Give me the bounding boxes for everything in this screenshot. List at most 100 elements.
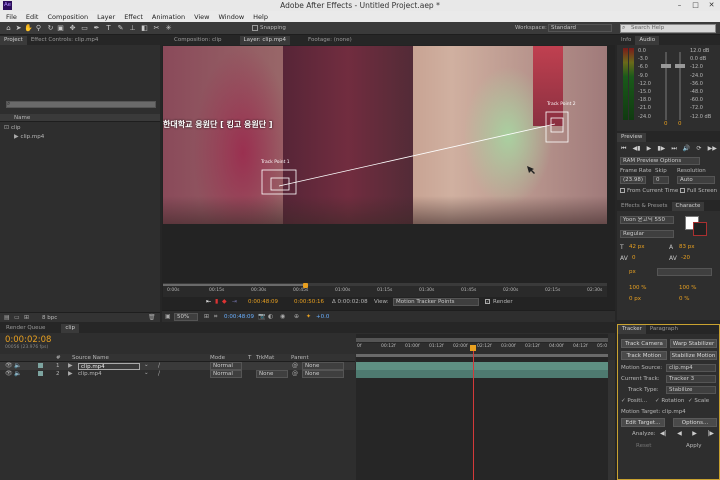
current-time-indicator[interactable]	[470, 345, 476, 351]
layer-2-duration-bar[interactable]	[356, 370, 608, 378]
puppet-pin-tool-icon[interactable]: ✳	[164, 24, 173, 33]
new-folder-icon[interactable]: ▭	[14, 314, 20, 321]
maximize-icon[interactable]: □	[688, 0, 703, 10]
track-type-dropdown[interactable]: Stabilize	[666, 386, 716, 394]
selection-tool-icon[interactable]: ➤	[14, 24, 23, 33]
warp-stabilizer-button[interactable]: Warp Stabilizer	[670, 339, 717, 348]
channel-icon[interactable]: ◉	[280, 313, 285, 320]
safe-zones-icon[interactable]: ⊞	[204, 313, 209, 320]
menu-effect[interactable]: Effect	[124, 13, 143, 21]
analyze-backward-icon[interactable]: ◀	[677, 430, 682, 437]
rotation-checkbox[interactable]: ✓ Rotation	[655, 398, 684, 404]
baseline-shift-value[interactable]: 0 px	[629, 296, 641, 302]
column-number[interactable]: #	[56, 355, 61, 361]
layer-name[interactable]: clip.mp4	[78, 371, 102, 377]
render-checkbox[interactable]: ✓	[485, 299, 490, 304]
set-out-point-icon[interactable]: ⇥	[232, 298, 237, 305]
reset-button[interactable]: Reset	[636, 443, 651, 449]
layer-parent-dropdown[interactable]: None	[302, 370, 344, 378]
layer-current-time[interactable]: 0:00:48:09	[248, 299, 278, 305]
track-motion-button[interactable]: Track Motion	[621, 351, 667, 360]
roto-brush-tool-icon[interactable]: ✂	[152, 24, 161, 33]
tab-layer[interactable]: Layer: clip.mp4	[239, 36, 291, 45]
level-right-value[interactable]: 0	[678, 121, 682, 127]
zoom-dropdown[interactable]: 50%	[174, 313, 198, 321]
stroke-unit-value[interactable]: px	[629, 269, 636, 275]
previous-frame-icon[interactable]: ◀▮	[633, 145, 641, 153]
visibility-eye-icon[interactable]: 👁	[5, 370, 13, 377]
volume-slider-left[interactable]	[665, 52, 667, 120]
tab-paragraph[interactable]: Paragraph	[646, 325, 682, 334]
scale-checkbox[interactable]: ✓ Scale	[688, 398, 709, 404]
current-track-dropdown[interactable]: Tracker 3	[666, 375, 716, 383]
position-checkbox[interactable]: ✓ Positi...	[621, 398, 647, 404]
tab-character[interactable]: Characte	[671, 202, 705, 211]
timeline-current-time[interactable]: 0:00:02:08	[5, 335, 51, 345]
analyze-forward-icon[interactable]: ▶	[692, 430, 697, 437]
parent-pickwhip-icon[interactable]: @	[292, 362, 298, 369]
pan-behind-tool-icon[interactable]: ✥	[68, 24, 77, 33]
work-area-bar[interactable]	[356, 354, 608, 357]
interpret-footage-icon[interactable]: ▤	[4, 314, 10, 321]
ram-preview-options-dropdown[interactable]: RAM Preview Options	[620, 157, 700, 165]
keyframe-icon[interactable]: ◆	[222, 298, 227, 305]
timeline-graph[interactable]: 0f 00:12f 01:00f 01:12f 02:00f 02:12f 03:00f 03…	[356, 334, 608, 480]
kerning-value[interactable]: 0	[632, 255, 636, 261]
layer-1-duration-bar[interactable]	[356, 362, 608, 370]
track-camera-button[interactable]: Track Camera	[621, 339, 667, 348]
loop-icon[interactable]: ⟳	[697, 145, 702, 153]
view-dropdown[interactable]: Motion Tracker Points	[393, 298, 479, 306]
menu-window[interactable]: Window	[219, 13, 245, 21]
menu-view[interactable]: View	[194, 13, 209, 21]
close-icon[interactable]: ✕	[704, 0, 719, 10]
first-frame-icon[interactable]: ⏮	[621, 145, 626, 153]
exposure-value[interactable]: +0.0	[316, 314, 329, 320]
skip-dropdown[interactable]: 0	[653, 176, 669, 184]
menu-file[interactable]: File	[6, 13, 17, 21]
tab-clip[interactable]: clip	[61, 324, 79, 333]
tracking-value[interactable]: -20	[681, 255, 690, 261]
visibility-eye-icon[interactable]: 👁	[5, 362, 13, 369]
column-source-name[interactable]: Source Name	[72, 355, 109, 361]
timeline-scrollbar[interactable]	[608, 360, 615, 480]
layer-row[interactable]: 👁 🔈 2 ▶ clip.mp4 ⌄ / Normal None @ None	[0, 370, 355, 378]
current-time-indicator[interactable]	[303, 283, 308, 288]
quality-switch-icon[interactable]: /	[158, 362, 160, 369]
analyze-forward-one-frame-icon[interactable]: |▶	[707, 430, 714, 437]
mute-icon[interactable]: 🔊	[683, 145, 690, 153]
tab-render-queue[interactable]: Render Queue	[0, 324, 49, 333]
column-name-label[interactable]: Name	[14, 115, 30, 121]
options-button[interactable]: Options...	[673, 418, 717, 427]
menu-edit[interactable]: Edit	[26, 13, 39, 21]
workspace-dropdown[interactable]: Standard	[548, 24, 612, 32]
layer-parent-dropdown[interactable]: None	[302, 362, 344, 370]
full-screen-checkbox[interactable]	[680, 188, 685, 193]
from-current-time-checkbox[interactable]	[620, 188, 625, 193]
delete-icon[interactable]: 🗑	[148, 314, 156, 321]
camera-tool-icon[interactable]: ▣	[56, 24, 65, 33]
grid-icon[interactable]: ⌗	[214, 313, 217, 321]
eraser-tool-icon[interactable]: ◧	[140, 24, 149, 33]
menu-layer[interactable]: Layer	[97, 13, 115, 21]
viewer-current-time[interactable]: 0:00:48:09	[224, 314, 254, 320]
audio-icon[interactable]: 🔈	[14, 362, 21, 369]
pen-tool-icon[interactable]: ✒	[92, 24, 101, 33]
video-frame[interactable]: 한대학교 응원단 [ 킹고 응원단 ] Track Point 1 Track …	[163, 46, 607, 224]
column-mode[interactable]: Mode	[210, 355, 225, 361]
search-help-input[interactable]: Search Help	[620, 24, 716, 33]
hand-tool-icon[interactable]: ✋	[24, 24, 33, 33]
text-tool-icon[interactable]: T	[104, 24, 113, 33]
home-icon[interactable]: ⌂	[4, 24, 13, 33]
tab-preview[interactable]: Preview	[617, 133, 647, 142]
clone-stamp-tool-icon[interactable]: ⊥	[128, 24, 137, 33]
label-color-swatch[interactable]	[38, 363, 43, 368]
play-icon[interactable]: ▶	[647, 145, 652, 153]
level-left-value[interactable]: 0	[664, 121, 668, 127]
volume-slider-right[interactable]	[679, 52, 681, 120]
layer-trkmat-dropdown[interactable]: None	[256, 370, 288, 378]
shy-switch-icon[interactable]: ⌄	[144, 370, 149, 376]
vertical-scale-value[interactable]: 100 %	[629, 285, 646, 291]
last-frame-icon[interactable]: ⏭	[671, 145, 676, 153]
tab-composition[interactable]: Composition: clip	[162, 36, 226, 45]
menu-composition[interactable]: Composition	[47, 13, 88, 21]
